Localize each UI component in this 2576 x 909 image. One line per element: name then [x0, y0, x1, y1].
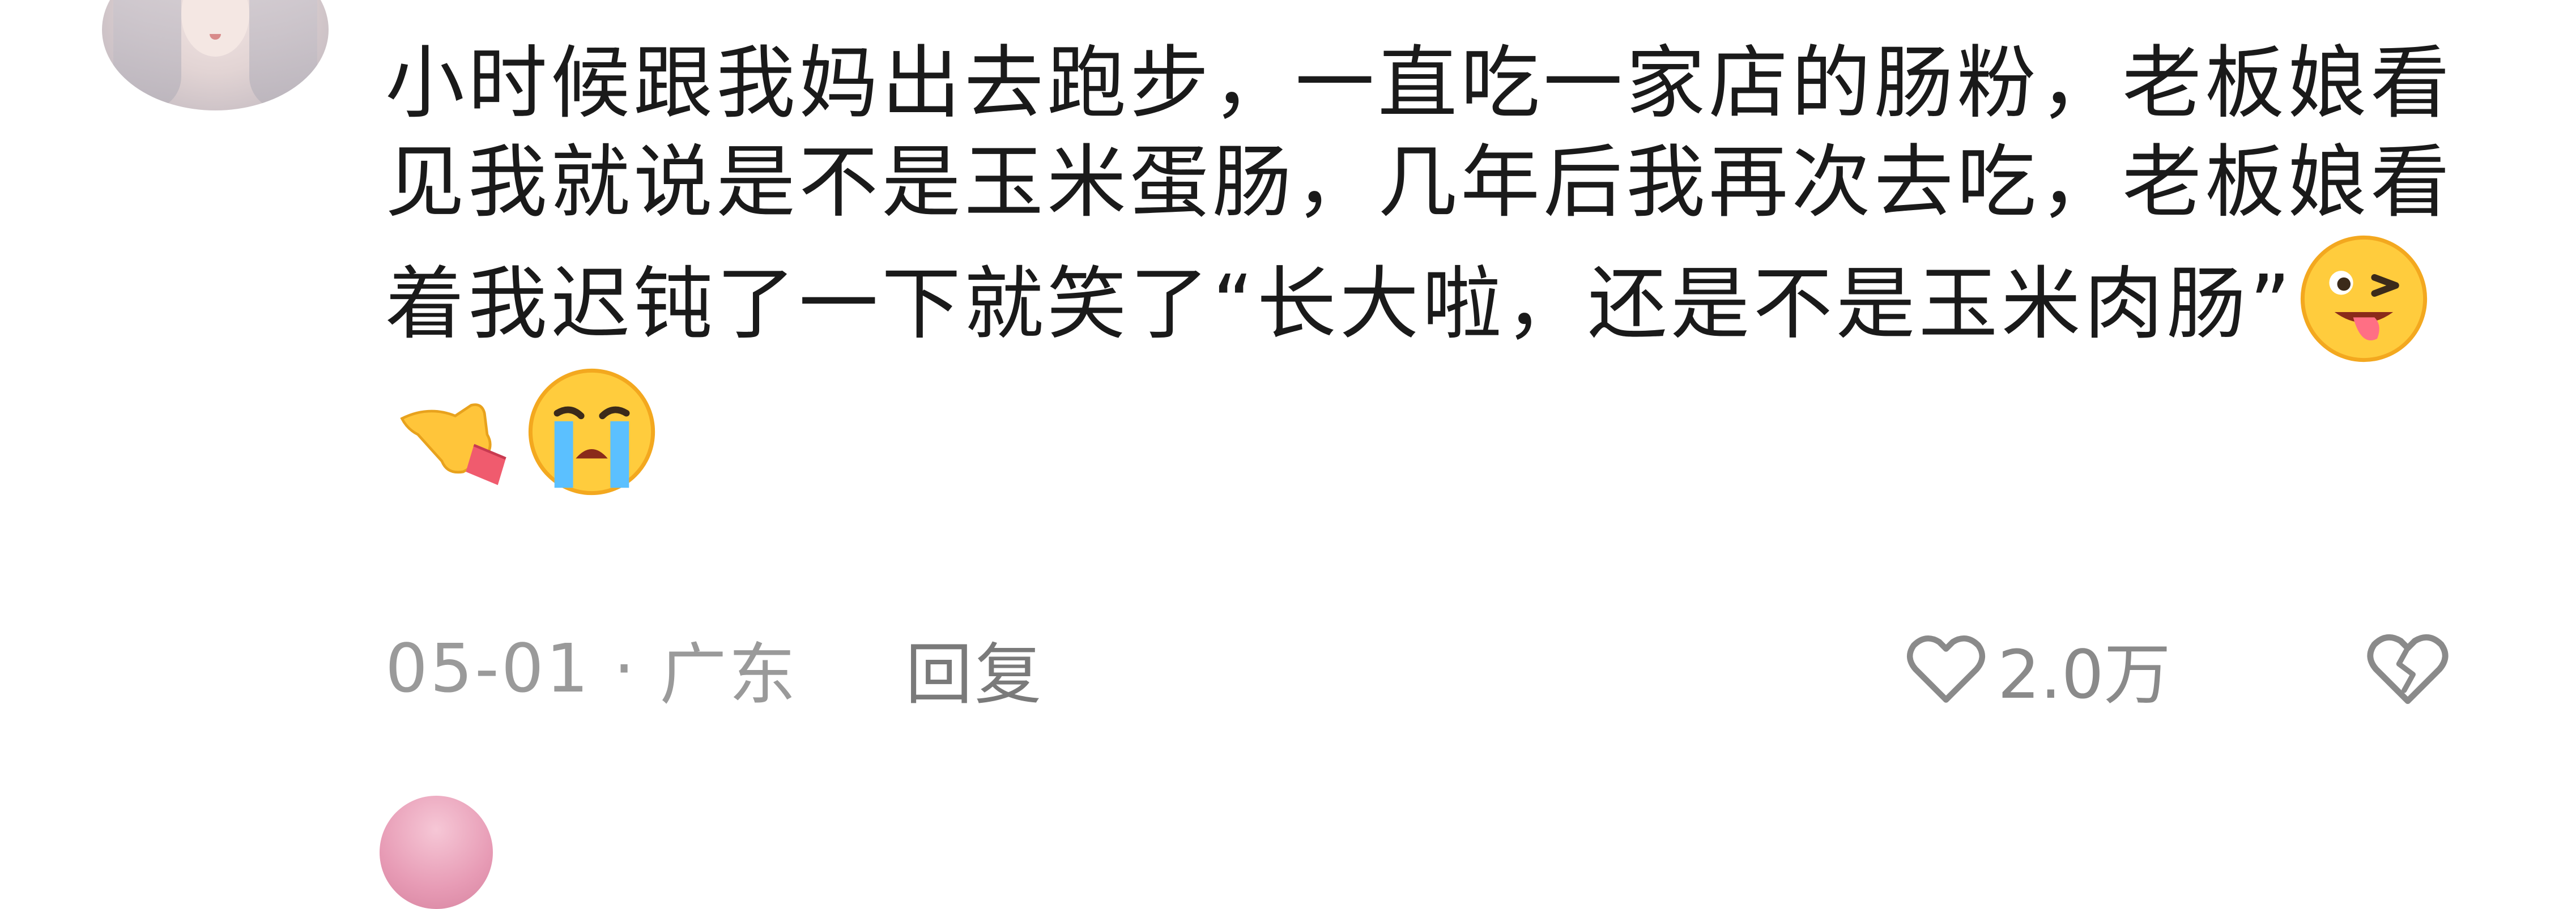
- meta-separator: ·: [613, 629, 637, 707]
- heart-outline-icon: [1907, 635, 1985, 703]
- comment-text-block: 小时候跟我妈出去跑步，一直吃一家店的肠粉，老板娘看见我就说是不是玉米蛋肠，几年后…: [385, 34, 2504, 498]
- comment-meta: 05-01 · 广东 回复: [385, 629, 1044, 714]
- tongue-wink-emoji: [2297, 232, 2430, 365]
- next-commenter-avatar[interactable]: [380, 796, 493, 909]
- crying-face-emoji: [525, 365, 658, 498]
- commenter-avatar[interactable]: [102, 0, 329, 110]
- avatar-hair-right: [249, 0, 317, 110]
- reply-button[interactable]: 回复: [905, 620, 1044, 717]
- comment-text: 小时候跟我妈出去跑步，一直吃一家店的肠粉，老板娘看见我就说是不是玉米蛋肠，几年后…: [385, 37, 2454, 351]
- pointing-left-hand-emoji: [389, 365, 522, 498]
- broken-heart-outline-icon: [2367, 634, 2449, 704]
- avatar-face: [181, 0, 249, 57]
- like-button[interactable]: 2.0万: [1904, 629, 2171, 714]
- avatar-hair-left: [113, 0, 181, 110]
- dislike-button[interactable]: [2362, 629, 2453, 708]
- comment-location: 广东: [659, 635, 798, 714]
- comment-date: 05-01: [385, 629, 591, 707]
- like-count: 2.0万: [1998, 635, 2171, 714]
